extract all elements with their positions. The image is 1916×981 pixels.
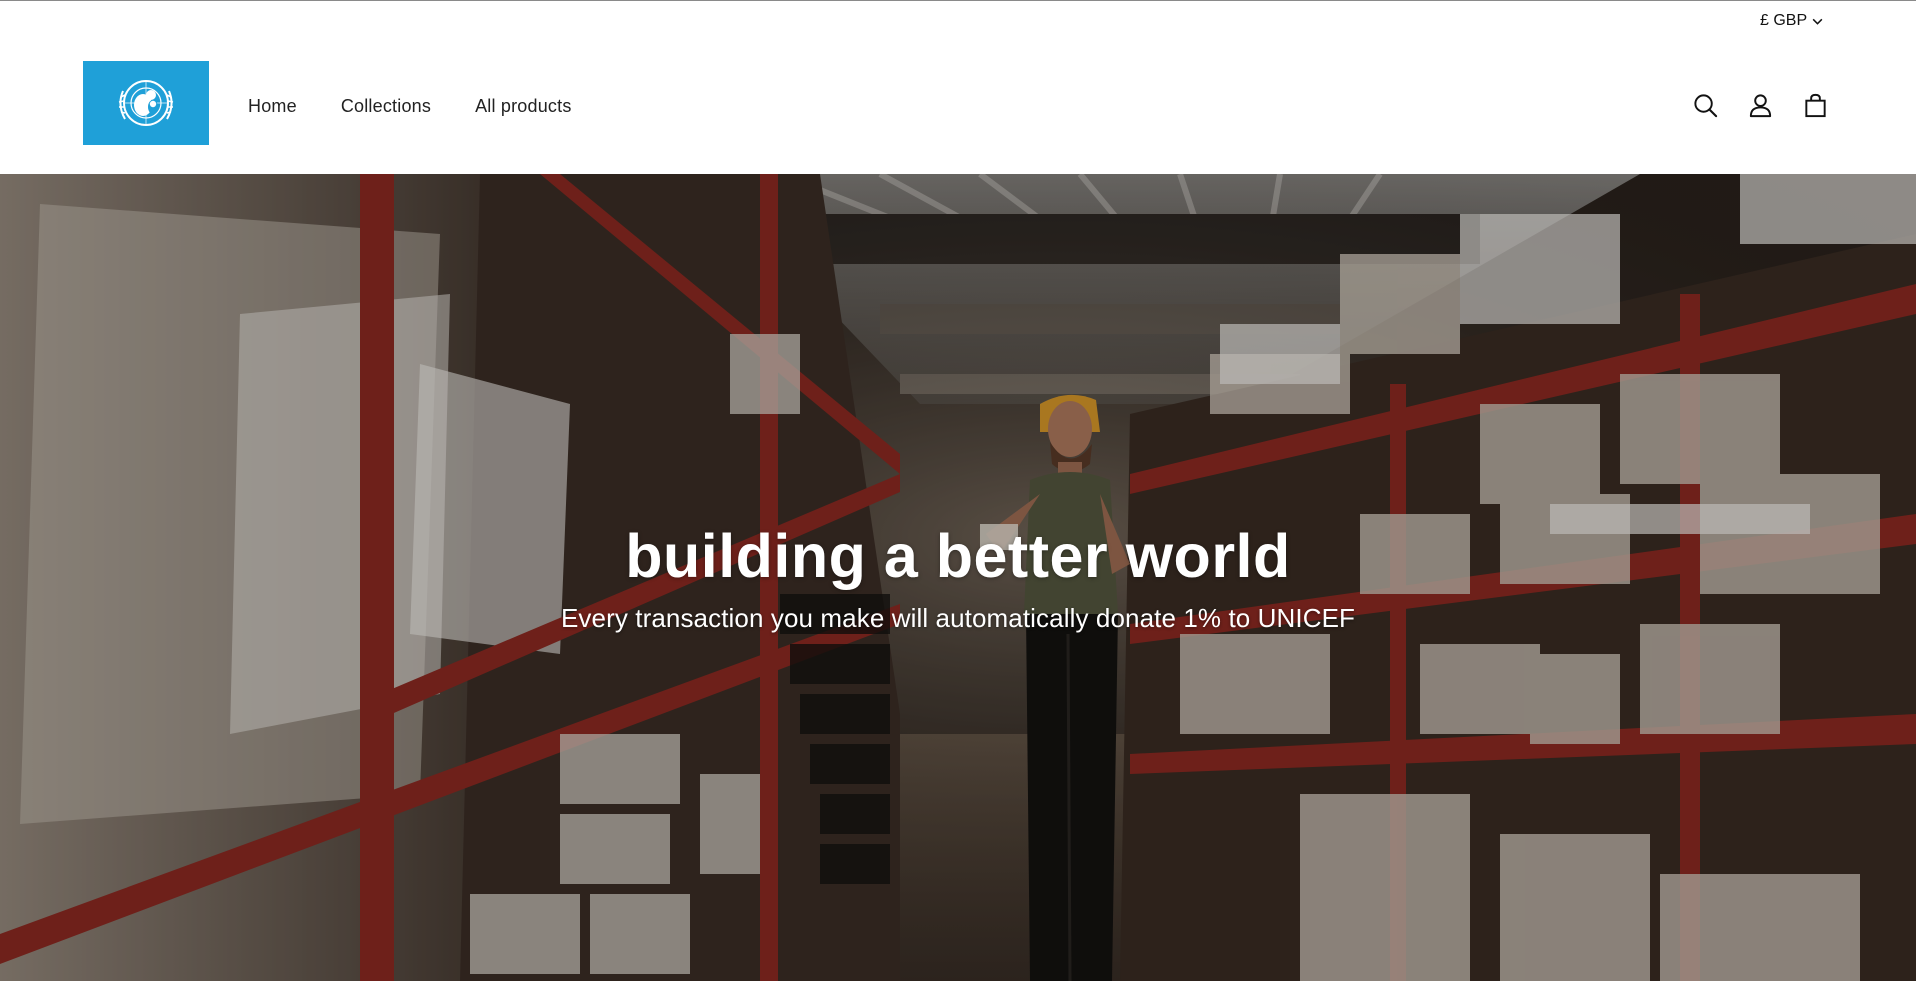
main-navigation: Home Collections All products <box>248 96 572 117</box>
account-icon <box>1749 94 1772 118</box>
top-border <box>0 0 1916 1</box>
hero-banner: building a better world Every transactio… <box>0 174 1916 981</box>
nav-collections[interactable]: Collections <box>341 96 431 117</box>
hero-title: building a better world <box>625 522 1291 590</box>
store-logo[interactable] <box>83 61 209 145</box>
currency-selector[interactable]: £ GBP <box>1760 11 1824 31</box>
search-button[interactable] <box>1692 92 1719 119</box>
account-button[interactable] <box>1747 92 1774 119</box>
nav-all-products[interactable]: All products <box>475 96 571 117</box>
hero-subtitle: Every transaction you make will automati… <box>560 603 1356 633</box>
cart-icon <box>1805 93 1826 118</box>
header-icons <box>1692 92 1829 119</box>
currency-label: £ GBP <box>1760 12 1808 29</box>
unicef-emblem-icon <box>118 80 174 126</box>
chevron-down-icon <box>1812 18 1823 25</box>
search-icon <box>1694 94 1718 118</box>
nav-home[interactable]: Home <box>248 96 297 117</box>
cart-button[interactable] <box>1802 92 1829 119</box>
hero-text-block: building a better world Every transactio… <box>0 520 1916 636</box>
